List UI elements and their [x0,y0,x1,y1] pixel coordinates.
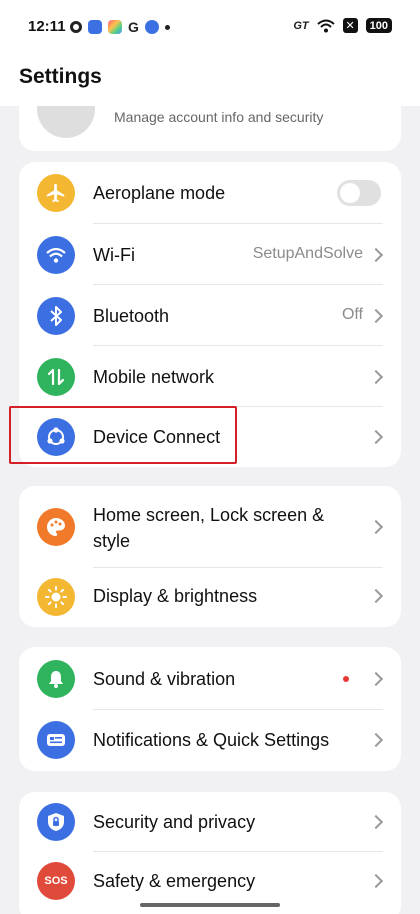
chevron-right-icon [368,519,384,535]
settings-item-label: Security and privacy [93,812,256,832]
sun-icon [37,578,75,616]
gt-mode-icon: GT [293,19,309,32]
system-status-icons: GT ✕ 100 [293,18,392,33]
settings-item-label: Display & brightness [93,586,258,606]
account-subtitle: Manage account info and security [114,109,324,125]
wifi-icon [37,236,75,274]
chevron-right-icon [368,429,384,445]
no-sim-icon: ✕ [342,18,358,33]
chevron-right-icon [368,247,384,263]
lock-icon [37,803,75,841]
palette-icon [37,508,75,546]
sound-notifications-group: Sound & vibration Notifications & Quick … [19,647,401,771]
photos-notification-icon [108,20,122,34]
settings-item-label: Bluetooth [93,306,170,326]
display-group: Home screen, Lock screen & style Display… [19,486,401,627]
files-notification-icon [88,20,102,34]
home-indicator[interactable] [140,903,280,907]
account-card[interactable]: Manage account info and security [19,106,401,151]
avatar [37,106,95,138]
settings-notification-icon [70,21,82,33]
settings-item-sound-vibration[interactable]: Sound & vibration [19,647,401,710]
bluetooth-icon [37,297,75,335]
chevron-right-icon [368,308,384,324]
settings-item-mobile-network[interactable]: Mobile network [19,346,401,407]
settings-item-label: Sound & vibration [93,669,236,689]
chevron-right-icon [368,814,384,830]
settings-item-home-screen[interactable]: Home screen, Lock screen & style [19,486,401,568]
highlight-box [9,406,237,464]
settings-item-label: Home screen, Lock screen & style [93,505,325,551]
notification-icons: G [70,19,170,35]
settings-item-security-privacy[interactable]: Security and privacy [19,792,401,852]
notification-icon [37,721,75,759]
settings-item-label: Safety & emergency [93,871,256,891]
chevron-right-icon [368,873,384,889]
chevron-right-icon [368,369,384,385]
chevron-right-icon [368,732,384,748]
settings-item-bluetooth[interactable]: Bluetooth Off [19,285,401,346]
google-notification-icon: G [128,19,139,35]
wifi-network-name: SetupAndSolve [252,245,363,262]
settings-item-display-brightness[interactable]: Display & brightness [19,568,401,627]
chevron-right-icon [368,671,384,687]
battery-icon: 100 [365,18,392,33]
status-bar: 12:11 G GT ✕ 100 [0,0,420,54]
settings-item-label: Aeroplane mode [93,183,226,203]
aeroplane-mode-toggle[interactable] [337,180,381,206]
page-title: Settings [19,65,102,88]
wifi-status-icon [316,19,335,32]
gt-notification-icon [144,20,159,34]
mobile-network-icon [37,358,75,396]
bluetooth-status: Off [341,306,363,323]
status-time: 12:11 [28,18,66,35]
chevron-right-icon [368,588,384,604]
page-header: Settings [0,54,420,106]
update-badge [343,676,349,682]
security-group: Security and privacy SOS Safety & emerge… [19,792,401,914]
settings-item-label: Mobile network [93,367,215,387]
sos-icon: SOS [37,862,75,900]
settings-item-aeroplane-mode[interactable]: Aeroplane mode [19,162,401,224]
settings-item-label: Wi-Fi [93,245,135,265]
airplane-icon [37,174,75,212]
more-notifications-icon [164,24,170,30]
settings-item-label: Notifications & Quick Settings [93,730,330,750]
bell-icon [37,660,75,698]
settings-item-notifications[interactable]: Notifications & Quick Settings [19,710,401,771]
settings-item-wifi[interactable]: Wi-Fi SetupAndSolve [19,224,401,285]
